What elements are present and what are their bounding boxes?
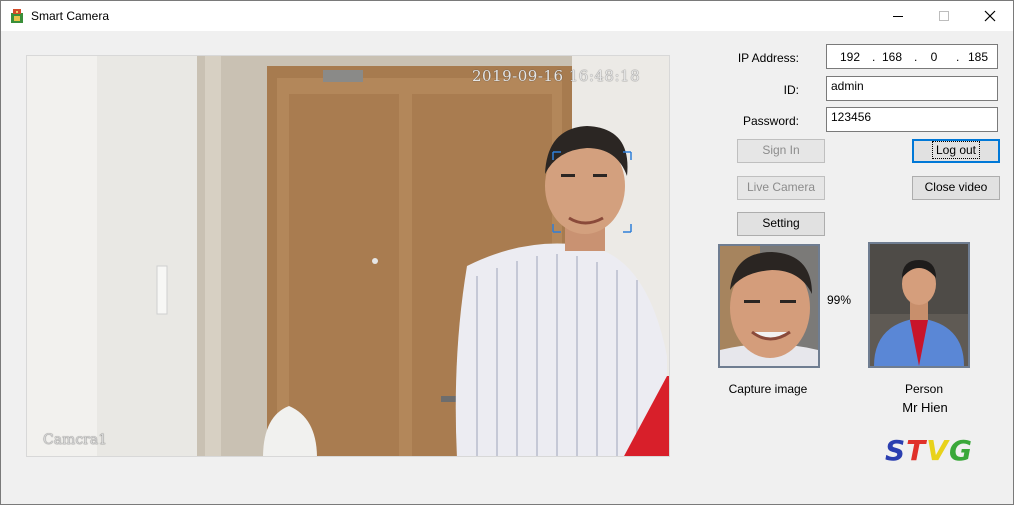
minimize-icon — [893, 16, 903, 17]
close-icon — [984, 10, 996, 22]
ip-octet-4[interactable]: 185 — [963, 50, 993, 64]
password-input[interactable]: 123456 — [826, 107, 998, 132]
person-photo — [868, 242, 970, 368]
ip-octet-3[interactable]: 0 — [919, 50, 949, 64]
log-out-label: Log out — [931, 141, 981, 159]
person-name: Mr Hien — [902, 400, 948, 415]
capture-image-label: Capture image — [728, 382, 808, 396]
sign-in-button[interactable]: Sign In — [737, 139, 825, 163]
stvg-logo: STVG — [885, 434, 973, 467]
log-out-button[interactable]: Log out — [912, 139, 1000, 163]
ip-dot-separator: . — [956, 50, 960, 64]
logo-letter: S — [885, 434, 907, 467]
smart-camera-window: Smart Camera 2019-09-16 16:48:18 Camcra1… — [0, 0, 1014, 505]
live-camera-button[interactable]: Live Camera — [737, 176, 825, 200]
window-title: Smart Camera — [31, 9, 110, 23]
person-label: Person — [904, 382, 944, 396]
logo-letter: V — [926, 434, 949, 467]
capture-image — [718, 244, 820, 368]
live-video-feed[interactable]: 2019-09-16 16:48:18 Camcra1 — [26, 55, 670, 457]
close-window-button[interactable] — [967, 1, 1013, 31]
video-frame-image — [27, 56, 669, 456]
logo-letter: G — [948, 434, 973, 467]
camera-name-overlay: Camcra1 — [43, 432, 108, 448]
ip-dot-separator: . — [872, 50, 876, 64]
maximize-button[interactable] — [921, 1, 967, 31]
id-input[interactable]: admin — [826, 76, 998, 101]
ip-dot-separator: . — [914, 50, 918, 64]
captured-face-image — [720, 246, 818, 366]
ip-octet-2[interactable]: 168 — [877, 50, 907, 64]
id-label: ID: — [783, 83, 799, 97]
minimize-button[interactable] — [875, 1, 921, 31]
match-percentage: 99% — [827, 293, 852, 307]
video-timestamp: 2019-09-16 16:48:18 — [472, 67, 641, 85]
app-camera-icon — [11, 9, 23, 23]
ip-address-field[interactable]: 192 . 168 . 0 . 185 — [826, 44, 998, 69]
setting-button[interactable]: Setting — [737, 212, 825, 236]
ip-address-label: IP Address: — [737, 51, 799, 65]
maximize-icon — [939, 11, 949, 21]
ip-octet-1[interactable]: 192 — [835, 50, 865, 64]
close-video-button[interactable]: Close video — [912, 176, 1000, 200]
password-label: Password: — [742, 114, 799, 128]
logo-letter: T — [906, 434, 927, 467]
title-bar: Smart Camera — [1, 1, 1013, 31]
person-portrait-image — [870, 244, 968, 366]
